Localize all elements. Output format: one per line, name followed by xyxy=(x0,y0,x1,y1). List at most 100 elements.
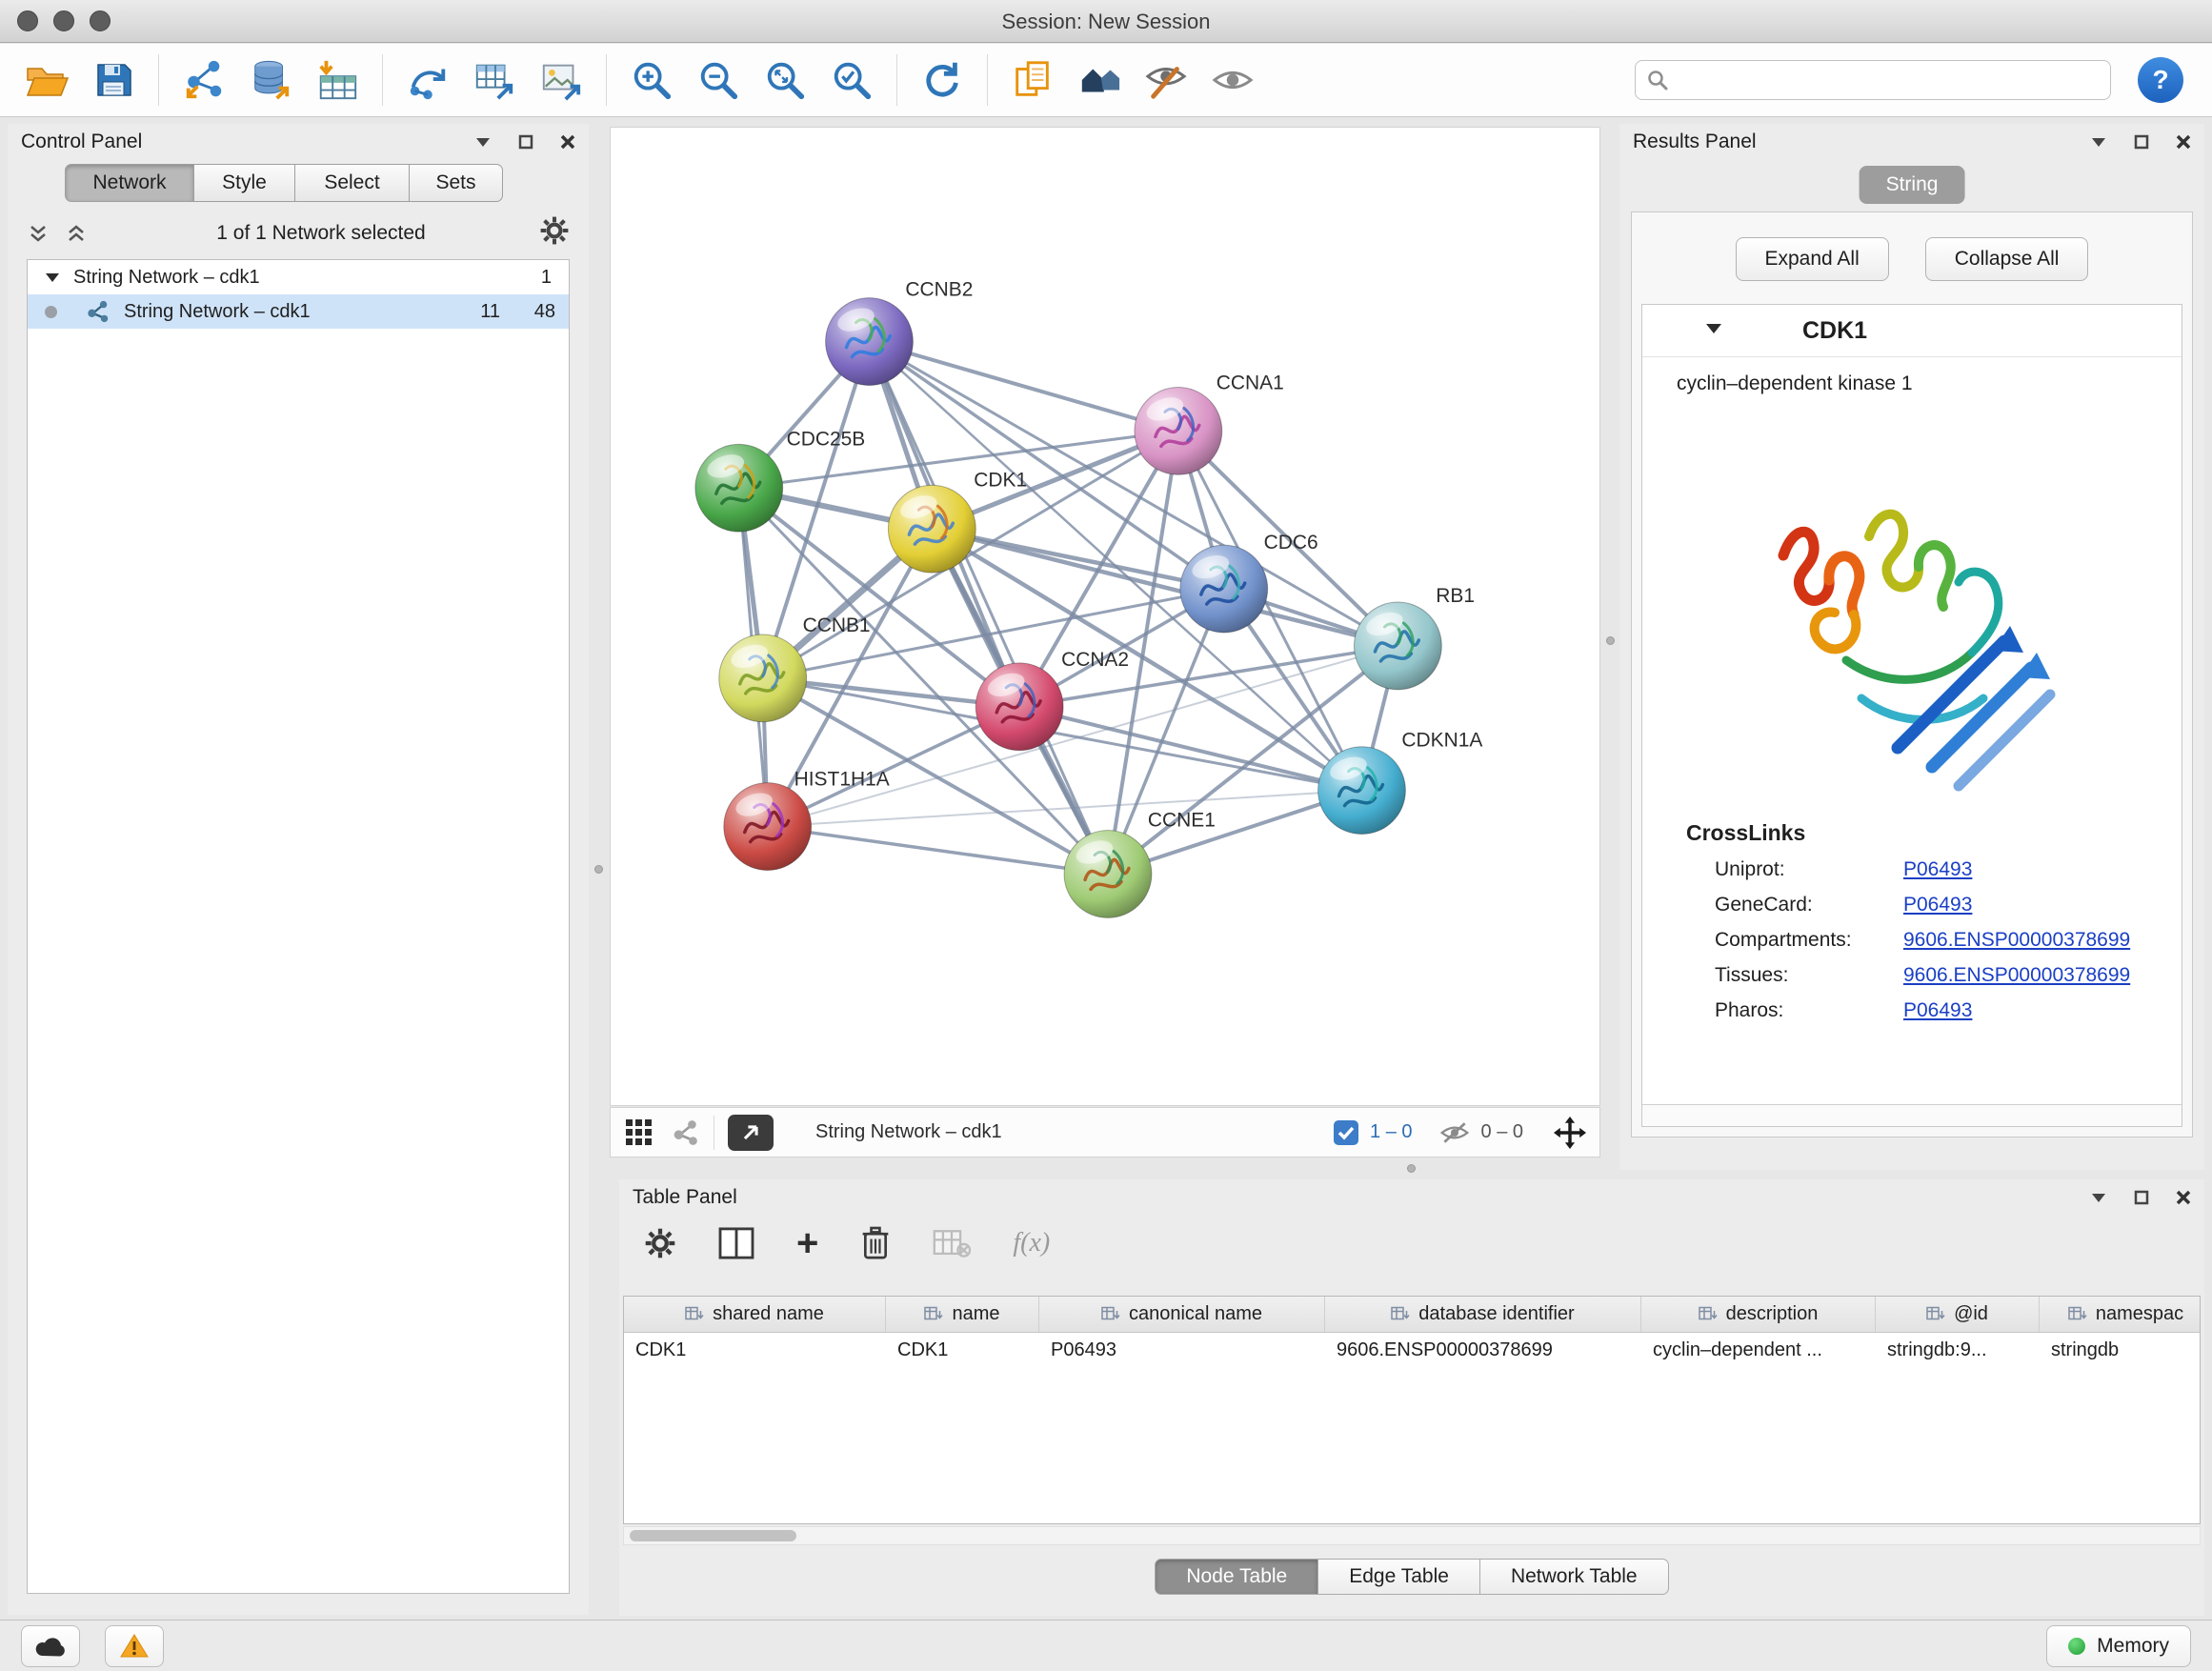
network-node-RB1[interactable] xyxy=(1354,602,1441,690)
zoom-out-button[interactable] xyxy=(690,51,747,109)
table-row[interactable]: CDK1CDK1P064939606.ENSP00000378699cyclin… xyxy=(624,1333,2200,1368)
table-cell[interactable]: CDK1 xyxy=(624,1339,886,1361)
network-node-CDC6[interactable] xyxy=(1180,545,1268,633)
pan-move-icon[interactable] xyxy=(1554,1117,1586,1149)
splitter-handle[interactable] xyxy=(1407,1164,1416,1173)
network-node-CCNB2[interactable] xyxy=(826,298,914,386)
tab-network[interactable]: Network xyxy=(65,164,194,202)
splitter-handle[interactable] xyxy=(594,865,603,874)
column-header-description[interactable]: description xyxy=(1641,1297,1876,1332)
network-node-CCNA2[interactable] xyxy=(975,663,1063,751)
network-node-CCNE1[interactable] xyxy=(1064,831,1152,918)
table-cell[interactable]: 9606.ENSP00000378699 xyxy=(1325,1339,1641,1361)
disclosure-triangle-icon[interactable] xyxy=(1705,322,1722,339)
crosslink-link[interactable]: 9606.ENSP00000378699 xyxy=(1903,964,2130,987)
tab-network-table[interactable]: Network Table xyxy=(1480,1559,1669,1595)
network-edge-CCNB2-CCNA1[interactable] xyxy=(869,342,1177,432)
column-header-name[interactable]: name xyxy=(886,1297,1039,1332)
expand-all-button[interactable]: Expand All xyxy=(1736,237,1889,281)
panel-menu-icon[interactable] xyxy=(2090,136,2107,148)
network-node-CCNB1[interactable] xyxy=(719,634,807,722)
open-session-button[interactable] xyxy=(18,51,75,109)
disclosure-triangle-icon[interactable] xyxy=(45,267,60,289)
column-header-namespac[interactable]: namespac xyxy=(2040,1297,2201,1332)
show-graphics-details-button[interactable] xyxy=(1204,51,1261,109)
hide-graphics-details-button[interactable] xyxy=(1137,51,1195,109)
network-collection-row[interactable]: String Network – cdk1 1 xyxy=(28,260,569,294)
results-scroll-area[interactable] xyxy=(1642,1104,2182,1126)
crosslink-link[interactable]: P06493 xyxy=(1903,858,1972,881)
cloud-status-button[interactable] xyxy=(21,1625,80,1667)
crosslink-link[interactable]: 9606.ENSP00000378699 xyxy=(1903,929,2130,952)
tab-string[interactable]: String xyxy=(1860,166,1965,204)
panel-close-icon[interactable] xyxy=(560,134,575,150)
table-cell[interactable]: stringdb:9... xyxy=(1876,1339,2040,1361)
function-builder-icon[interactable]: f(x) xyxy=(1013,1228,1050,1258)
tab-edge-table[interactable]: Edge Table xyxy=(1318,1559,1480,1595)
panel-menu-icon[interactable] xyxy=(2090,1192,2107,1203)
help-button[interactable]: ? xyxy=(2138,57,2183,103)
delete-column-trash-icon[interactable] xyxy=(860,1225,891,1261)
save-session-button[interactable] xyxy=(85,51,142,109)
column-header-database-identifier[interactable]: database identifier xyxy=(1325,1297,1641,1332)
zoom-fit-button[interactable] xyxy=(756,51,814,109)
table-horizontal-scrollbar[interactable] xyxy=(623,1526,2201,1545)
grid-view-icon[interactable] xyxy=(624,1117,654,1148)
network-edge-CCNB2-CCNE1[interactable] xyxy=(869,342,1108,875)
selected-checkbox-icon[interactable] xyxy=(1334,1120,1358,1145)
table-cell[interactable]: P06493 xyxy=(1039,1339,1325,1361)
panel-close-icon[interactable] xyxy=(2176,134,2191,150)
tab-style[interactable]: Style xyxy=(194,164,295,202)
crosslink-link[interactable]: P06493 xyxy=(1903,999,1972,1022)
new-network-from-table-button[interactable] xyxy=(466,51,523,109)
apply-layout-button[interactable] xyxy=(914,51,971,109)
collapse-all-button[interactable]: Collapse All xyxy=(1925,237,2089,281)
panel-float-icon[interactable] xyxy=(2134,134,2149,150)
column-header--id[interactable]: @id xyxy=(1876,1297,2040,1332)
expand-all-networks-icon[interactable] xyxy=(27,222,50,245)
import-network-file-button[interactable] xyxy=(175,51,232,109)
table-settings-gear-icon[interactable] xyxy=(644,1227,676,1259)
panel-float-icon[interactable] xyxy=(518,134,533,150)
zoom-in-button[interactable] xyxy=(623,51,680,109)
network-edge-CCNA2-CDKN1A[interactable] xyxy=(1019,707,1361,791)
import-table-file-button[interactable] xyxy=(309,51,366,109)
table-cell[interactable]: cyclin–dependent ... xyxy=(1641,1339,1876,1361)
duplicate-documents-button[interactable] xyxy=(1004,51,1061,109)
collapse-all-networks-icon[interactable] xyxy=(65,222,88,245)
column-header-canonical-name[interactable]: canonical name xyxy=(1039,1297,1325,1332)
table-cell[interactable]: stringdb xyxy=(2040,1339,2201,1361)
crosslink-link[interactable]: P06493 xyxy=(1903,894,1972,916)
network-row-selected[interactable]: String Network – cdk1 11 48 xyxy=(28,294,569,329)
network-node-CCNA1[interactable] xyxy=(1135,387,1222,474)
network-node-CDK1[interactable] xyxy=(888,485,975,573)
show-columns-icon[interactable] xyxy=(718,1227,754,1259)
network-share-icon[interactable] xyxy=(672,1118,700,1147)
panel-menu-icon[interactable] xyxy=(474,136,492,148)
network-node-HIST1H1A[interactable] xyxy=(724,783,812,871)
gene-section-header[interactable]: CDK1 xyxy=(1642,305,2182,357)
panel-close-icon[interactable] xyxy=(2176,1190,2191,1205)
table-cell[interactable]: CDK1 xyxy=(886,1339,1039,1361)
network-graph[interactable]: CCNB2CCNA1CDC25BCDK1CDC6RB1CCNB1CCNA2CDK… xyxy=(611,128,1599,1105)
network-node-CDKN1A[interactable] xyxy=(1318,747,1406,835)
tab-node-table[interactable]: Node Table xyxy=(1155,1559,1318,1595)
search-input[interactable] xyxy=(1635,60,2111,100)
network-node-CDC25B[interactable] xyxy=(695,444,783,532)
network-options-gear-icon[interactable] xyxy=(539,215,570,252)
hidden-eye-slash-icon[interactable] xyxy=(1439,1120,1470,1145)
scrollbar-thumb[interactable] xyxy=(630,1530,796,1541)
add-column-icon[interactable]: + xyxy=(796,1229,818,1258)
clone-network-button[interactable] xyxy=(399,51,456,109)
panel-float-icon[interactable] xyxy=(2134,1190,2149,1205)
tab-select[interactable]: Select xyxy=(295,164,410,202)
column-header-shared-name[interactable]: shared name xyxy=(624,1297,886,1332)
splitter-handle[interactable] xyxy=(1606,636,1615,645)
birds-eye-view-button[interactable] xyxy=(728,1115,774,1151)
network-view[interactable]: CCNB2CCNA1CDC25BCDK1CDC6RB1CCNB1CCNA2CDK… xyxy=(610,127,1600,1106)
import-network-database-button[interactable] xyxy=(242,51,299,109)
warnings-button[interactable] xyxy=(105,1625,164,1667)
memory-button[interactable]: Memory xyxy=(2046,1625,2191,1667)
home-button[interactable] xyxy=(1071,51,1128,109)
tab-sets[interactable]: Sets xyxy=(410,164,503,202)
